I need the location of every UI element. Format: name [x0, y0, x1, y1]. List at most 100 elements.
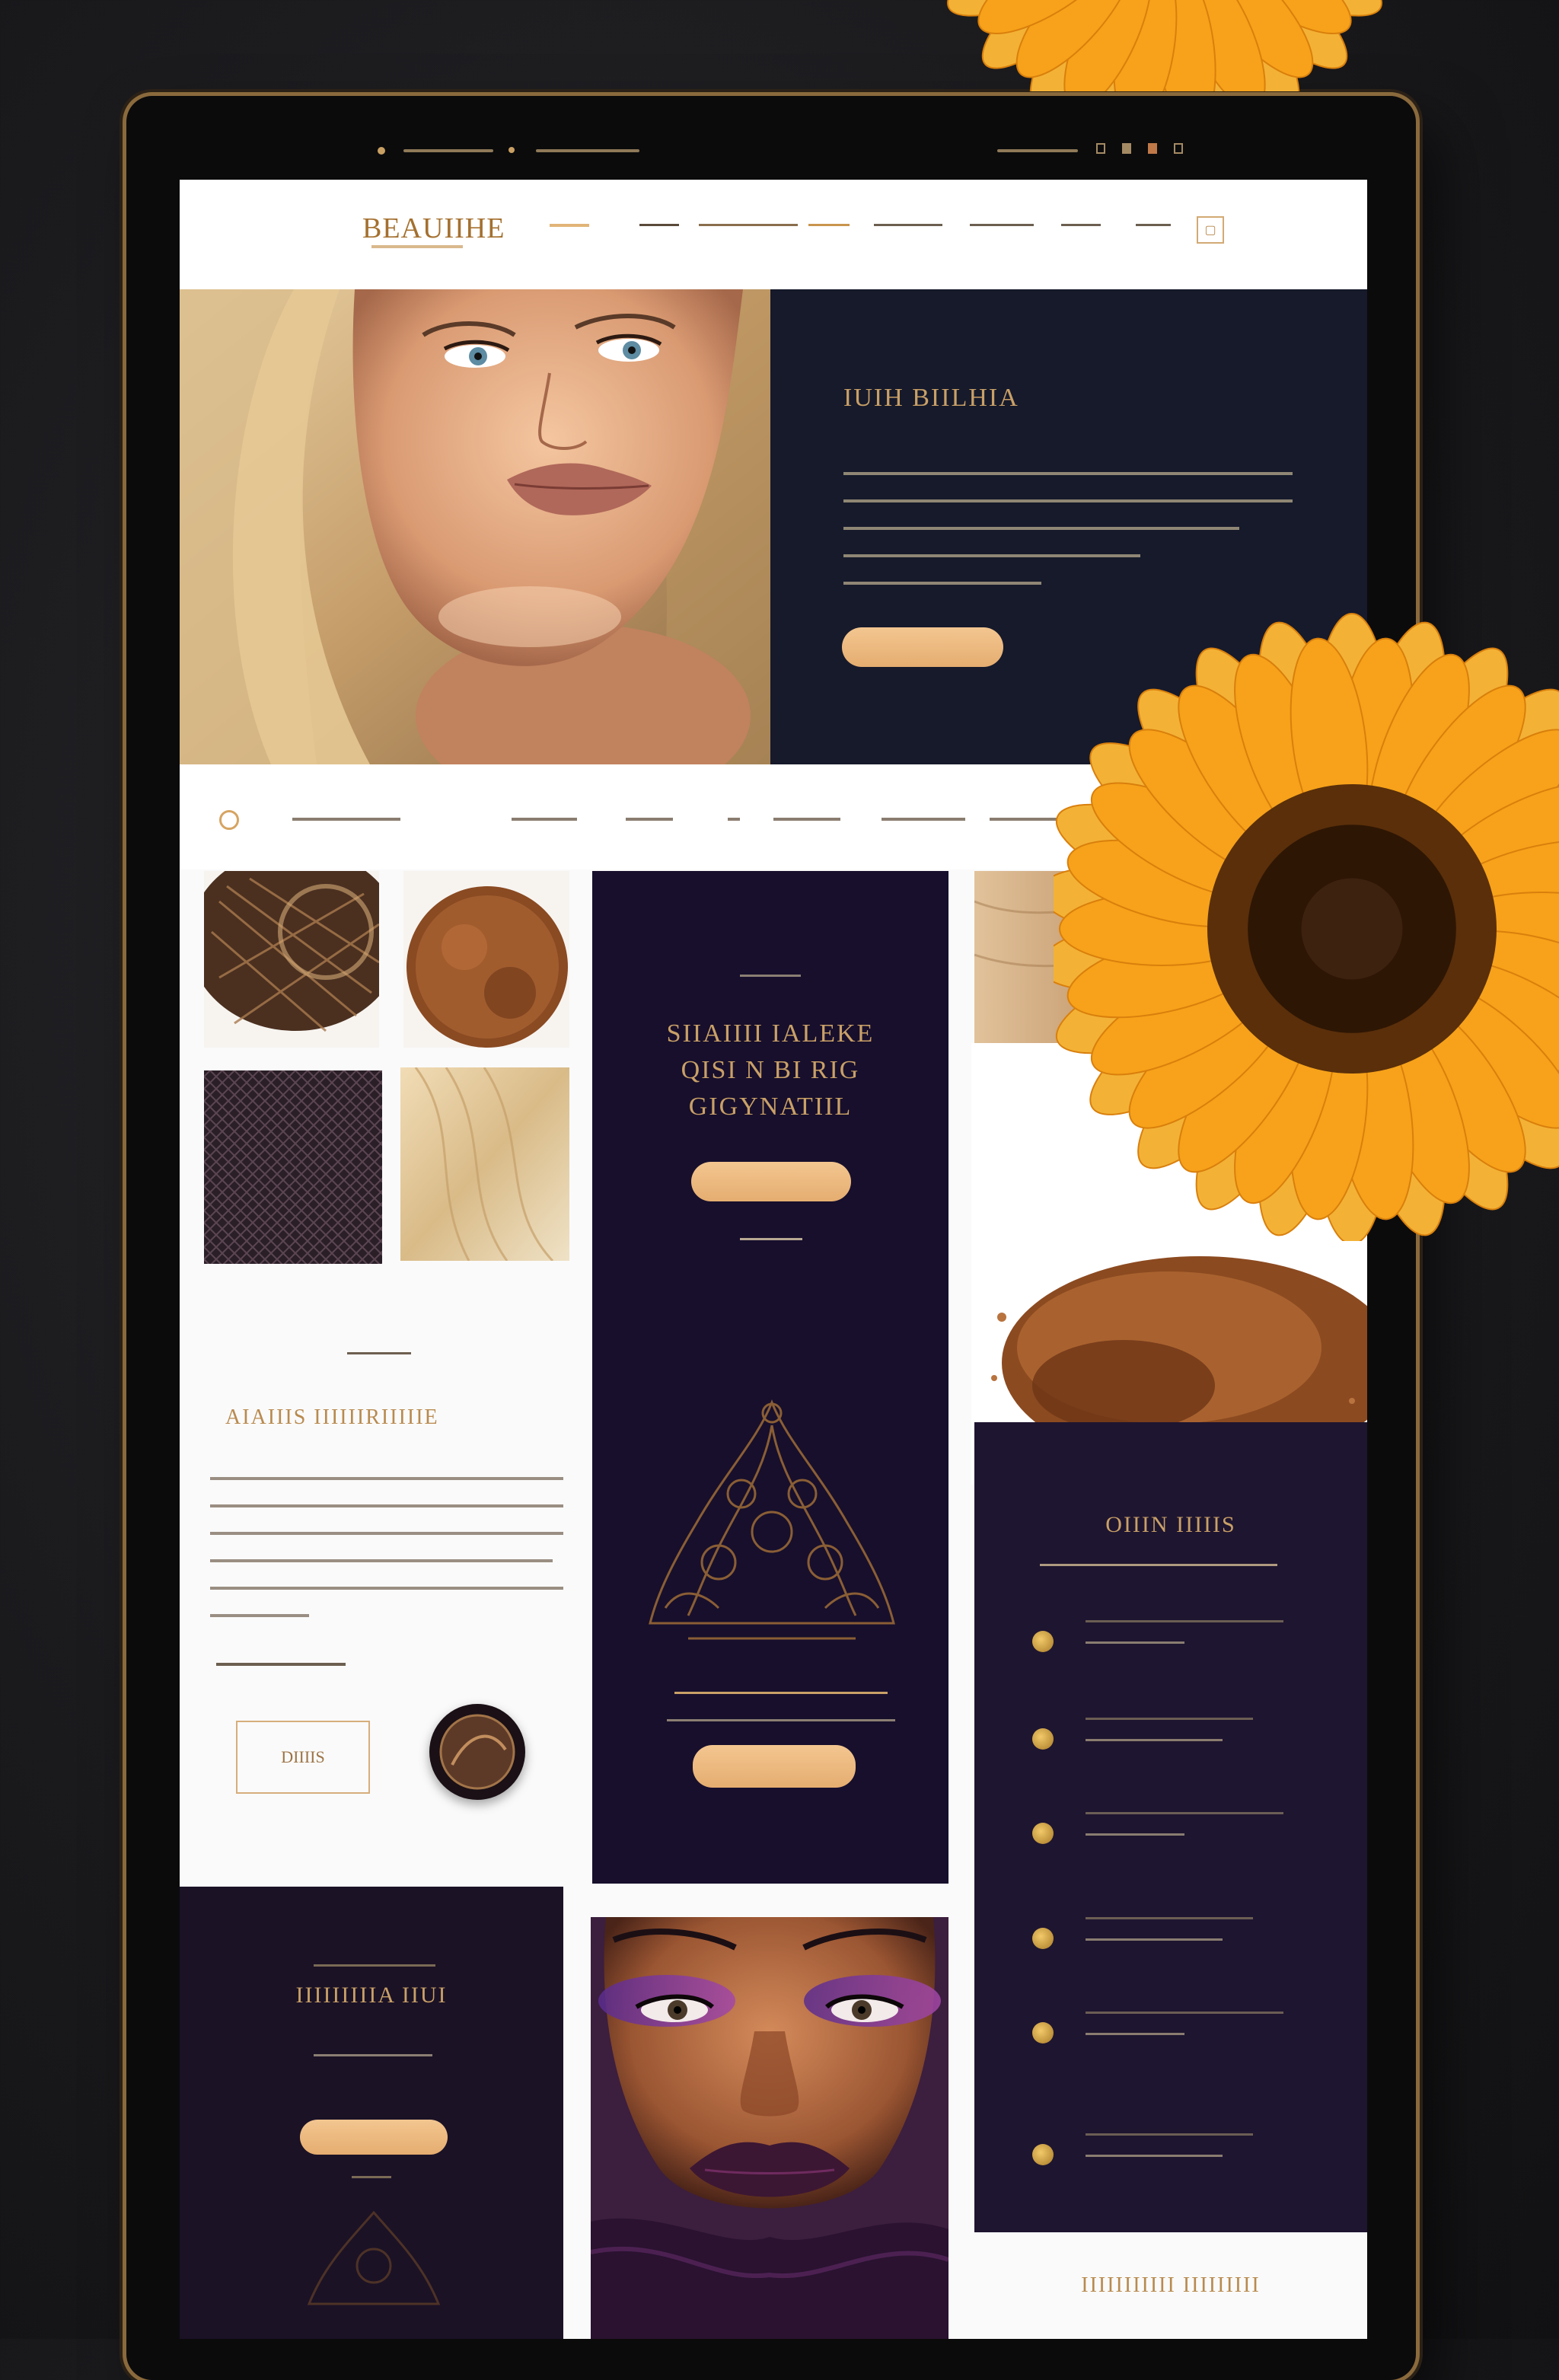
hero-text-line — [843, 499, 1293, 502]
bottom-ornament-image — [307, 2210, 441, 2305]
texture-tile-bristles[interactable] — [204, 871, 379, 1048]
status-icon — [1096, 143, 1105, 154]
bullet-dot-icon — [1032, 1823, 1054, 1844]
feature-item-label — [1086, 2012, 1283, 2014]
bottom-card-title: IIIIIIIIIA IIUI — [295, 1983, 448, 2008]
status-dot-left — [378, 147, 385, 155]
feature-item-label — [1086, 1620, 1283, 1622]
hero-portrait-image — [180, 289, 770, 764]
feature-item-label — [1086, 2133, 1253, 2136]
subnav-item[interactable] — [773, 818, 840, 821]
feature-item-text — [1086, 2033, 1184, 2035]
features-title: OIIIN IIIIIS — [1105, 1512, 1236, 1537]
promo-kicker — [740, 975, 801, 977]
status-icon — [1148, 143, 1157, 154]
bottom-card-sub — [314, 2054, 432, 2056]
promo-title-line: QISI N BI RIG — [681, 1056, 860, 1084]
hero-text-line — [843, 582, 1041, 585]
about-text-line — [210, 1559, 553, 1562]
subnav-item[interactable] — [292, 818, 400, 821]
feature-item-text — [1086, 1833, 1184, 1836]
hero-text-line — [843, 472, 1293, 475]
hero-title: IUIH BIILHIA — [843, 384, 1019, 412]
feature-item[interactable] — [1032, 1619, 1352, 1664]
feature-item-text — [1086, 2155, 1223, 2157]
sunflower-top-image — [947, 0, 1382, 91]
texture-tile-pattern[interactable] — [204, 1070, 382, 1264]
promo-title-line: SIIAIIII IALEKE — [666, 1019, 875, 1048]
bullet-dot-icon — [1032, 1728, 1054, 1750]
promo-caption — [740, 1238, 802, 1240]
compact-powder-image[interactable] — [429, 1704, 525, 1800]
about-text-line — [210, 1477, 563, 1480]
feature-item-label — [1086, 1718, 1253, 1720]
feature-item-label — [1086, 1917, 1253, 1919]
about-text-line — [210, 1504, 563, 1507]
status-icons — [1096, 143, 1183, 154]
features-subtitle — [1040, 1564, 1277, 1566]
top-nav: BEAUIIHE ▢ — [180, 180, 1367, 289]
promo-title-line: GIGYNATIIL — [688, 1093, 853, 1121]
hero-cta-button[interactable] — [842, 627, 1003, 667]
about-kicker — [347, 1352, 411, 1354]
feature-item[interactable] — [1032, 1716, 1352, 1762]
nav-item[interactable] — [699, 224, 798, 226]
about-title: AIAIIIS IIIIIIRIIIIIE — [225, 1405, 439, 1429]
website-screen: BEAUIIHE ▢ IUIH BIILHIA SIIAIIII IALEKE … — [180, 180, 1367, 2339]
subnav-item[interactable] — [728, 818, 740, 821]
feature-item-text — [1086, 1739, 1223, 1741]
makeup-portrait-image — [591, 1917, 948, 2339]
subnav-item[interactable] — [512, 818, 577, 821]
hero-text-line — [843, 554, 1140, 557]
logo-tagline-line — [371, 245, 463, 248]
nav-item[interactable] — [970, 224, 1034, 226]
status-icon — [1174, 143, 1183, 154]
status-icon — [1122, 143, 1131, 154]
promo-title: SIIAIIII IALEKE QISI N BI RIG GIGYNATIIL — [592, 1016, 948, 1125]
texture-tile-powder[interactable] — [403, 871, 569, 1048]
bottom-card-button[interactable] — [300, 2120, 448, 2155]
about-outline-button[interactable]: DIIIIS — [236, 1721, 370, 1794]
subnav-item[interactable] — [626, 818, 673, 821]
ornament-tree-image — [649, 1399, 895, 1640]
bullet-dot-icon — [1032, 2022, 1054, 2043]
promo-bottom-text — [667, 1719, 895, 1721]
about-link[interactable] — [216, 1663, 346, 1666]
sunflower-image — [1054, 613, 1559, 1241]
feature-item-label — [1086, 1812, 1283, 1814]
nav-item[interactable] — [808, 224, 850, 226]
feature-item[interactable] — [1032, 1916, 1352, 1961]
bullet-dot-icon — [1032, 2144, 1054, 2165]
about-text-line — [210, 1587, 563, 1590]
footer-title: IIIIIIIIIII IIIIIIIII — [1081, 2273, 1261, 2297]
feature-item[interactable] — [1032, 1811, 1352, 1856]
status-dot — [509, 147, 515, 153]
promo-button[interactable] — [691, 1162, 851, 1201]
bullet-dot-icon — [1032, 1631, 1054, 1652]
square-icon[interactable]: ▢ — [1197, 216, 1224, 244]
status-line — [536, 149, 639, 152]
bullet-dot-icon — [1032, 1928, 1054, 1949]
feature-item-text — [1086, 1641, 1184, 1644]
nav-item-home[interactable] — [550, 224, 589, 227]
circle-icon[interactable] — [219, 810, 239, 830]
feature-item-text — [1086, 1938, 1223, 1941]
promo-bottom-text — [674, 1692, 888, 1694]
bottom-card-caption — [352, 2176, 391, 2178]
about-text-line — [210, 1532, 563, 1535]
promo-bottom-button[interactable] — [693, 1745, 856, 1788]
hero-text-line — [843, 527, 1239, 530]
nav-item[interactable] — [639, 224, 679, 226]
nav-item[interactable] — [1061, 224, 1101, 226]
status-line — [403, 149, 493, 152]
feature-item[interactable] — [1032, 2132, 1352, 2177]
texture-tile-hair[interactable] — [400, 1067, 569, 1261]
about-text-line — [210, 1614, 309, 1617]
feature-item[interactable] — [1032, 2010, 1352, 2056]
subnav-item[interactable] — [882, 818, 965, 821]
nav-item[interactable] — [874, 224, 942, 226]
status-text — [997, 149, 1078, 152]
brand-logo[interactable]: BEAUIIHE — [362, 212, 505, 245]
nav-item[interactable] — [1136, 224, 1171, 226]
bottom-card-kicker — [314, 1964, 435, 1967]
